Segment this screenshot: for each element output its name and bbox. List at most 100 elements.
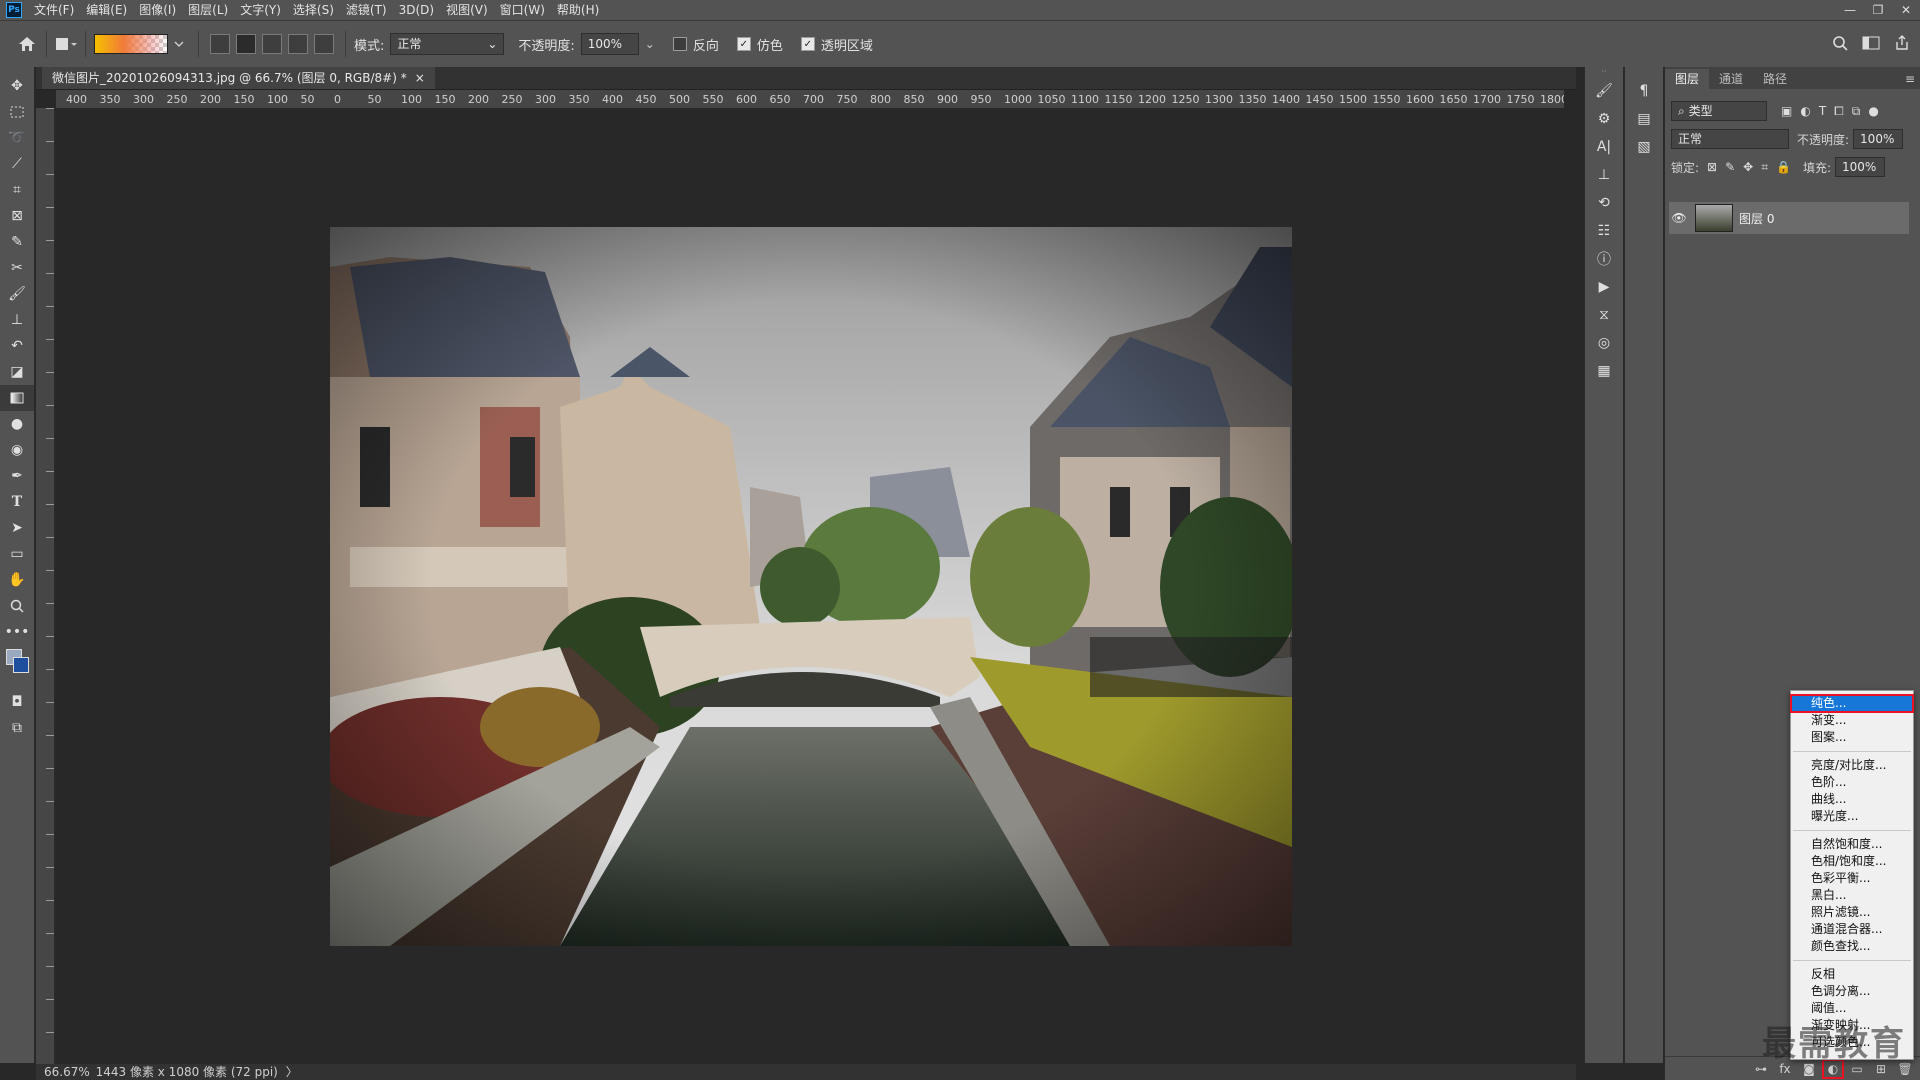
close-tab-icon[interactable]: × bbox=[415, 67, 425, 89]
adjustment-filter-icon[interactable]: ◐ bbox=[1800, 104, 1810, 119]
dither-checkbox[interactable]: ✓ bbox=[736, 37, 751, 51]
table-icon[interactable]: ▦ bbox=[1585, 357, 1623, 385]
quick-mask-icon[interactable]: ◘ bbox=[0, 689, 34, 715]
quick-select-tool-icon[interactable]: ⟋ bbox=[0, 151, 34, 177]
color-swatches[interactable] bbox=[0, 645, 34, 689]
eyedropper-tool-icon[interactable]: ✎ bbox=[0, 229, 34, 255]
tab-paths[interactable]: 路径 bbox=[1753, 69, 1797, 89]
mode-select[interactable]: 正常 ⌄ bbox=[390, 33, 505, 55]
search-icon[interactable] bbox=[1832, 35, 1848, 54]
home-icon[interactable] bbox=[16, 33, 38, 55]
eraser-tool-icon[interactable]: ◪ bbox=[0, 359, 34, 385]
menu-edit[interactable]: 编辑(E) bbox=[80, 0, 133, 20]
menu-item-vibrance[interactable]: 自然饱和度... bbox=[1791, 836, 1913, 853]
menu-image[interactable]: 图像(I) bbox=[133, 0, 182, 20]
lock-artboard-icon[interactable]: ⌗ bbox=[1761, 160, 1768, 175]
healing-tool-icon[interactable]: ✂ bbox=[0, 255, 34, 281]
menu-layer[interactable]: 图层(L) bbox=[182, 0, 234, 20]
menu-item-threshold[interactable]: 阈值... bbox=[1791, 1000, 1913, 1017]
tab-layers[interactable]: 图层 bbox=[1665, 69, 1710, 89]
dodge-tool-icon[interactable]: ◉ bbox=[0, 437, 34, 463]
blur-tool-icon[interactable]: ● bbox=[0, 411, 34, 437]
status-menu-arrow[interactable]: 〉 bbox=[286, 1065, 298, 1079]
layer-opacity-input[interactable]: 100% bbox=[1853, 129, 1904, 149]
menu-select[interactable]: 选择(S) bbox=[287, 0, 340, 20]
menu-item-channel-mixer[interactable]: 通道混合器... bbox=[1791, 921, 1913, 938]
panel-menu-icon[interactable]: ≡ bbox=[1899, 69, 1920, 89]
blend-mode-select[interactable]: 正常 bbox=[1671, 129, 1789, 149]
menu-item-hue-saturation[interactable]: 色相/饱和度... bbox=[1791, 853, 1913, 870]
paths-icon[interactable]: ⧖ bbox=[1585, 301, 1623, 329]
radial-gradient-button[interactable] bbox=[236, 34, 256, 54]
lock-transparent-icon[interactable]: ⊠ bbox=[1707, 160, 1717, 175]
brush-settings-icon[interactable]: 🖌 bbox=[1585, 77, 1623, 105]
layer-name[interactable]: 图层 0 bbox=[1739, 210, 1774, 227]
frame-tool-icon[interactable]: ⊠ bbox=[0, 203, 34, 229]
history-icon[interactable]: ⟲ bbox=[1585, 189, 1623, 217]
type-tool-icon[interactable]: T bbox=[0, 489, 34, 515]
lock-image-icon[interactable]: ✎ bbox=[1725, 160, 1735, 175]
menu-item-invert[interactable]: 反相 bbox=[1791, 966, 1913, 983]
brush-tool-icon[interactable]: 🖌 bbox=[0, 281, 34, 307]
reverse-checkbox[interactable] bbox=[672, 37, 687, 51]
menu-item-posterize[interactable]: 色调分离... bbox=[1791, 983, 1913, 1000]
document-tab[interactable]: 微信图片_20201026094313.jpg @ 66.7% (图层 0, R… bbox=[42, 67, 435, 89]
path-select-tool-icon[interactable]: ➤ bbox=[0, 515, 34, 541]
reflected-gradient-button[interactable] bbox=[288, 34, 308, 54]
diamond-gradient-button[interactable] bbox=[314, 34, 334, 54]
menu-help[interactable]: 帮助(H) bbox=[551, 0, 605, 20]
layer-row[interactable]: 👁 图层 0 bbox=[1669, 202, 1909, 234]
filter-toggle-icon[interactable]: ● bbox=[1868, 104, 1878, 119]
more-tools-icon[interactable]: ••• bbox=[0, 619, 34, 645]
menu-item-brightness-contrast[interactable]: 亮度/对比度... bbox=[1791, 757, 1913, 774]
type-filter-icon[interactable]: T bbox=[1819, 104, 1826, 119]
menu-item-levels[interactable]: 色阶... bbox=[1791, 774, 1913, 791]
menu-file[interactable]: 文件(F) bbox=[28, 0, 80, 20]
hand-tool-icon[interactable]: ✋ bbox=[0, 567, 34, 593]
close-window-button[interactable]: ✕ bbox=[1892, 0, 1920, 20]
zoom-tool-icon[interactable] bbox=[0, 593, 34, 619]
libraries-icon[interactable]: ☷ bbox=[1585, 217, 1623, 245]
angle-gradient-button[interactable] bbox=[262, 34, 282, 54]
move-tool-icon[interactable]: ✥ bbox=[0, 73, 34, 99]
linear-gradient-button[interactable] bbox=[210, 34, 230, 54]
tab-channels[interactable]: 通道 bbox=[1709, 69, 1753, 89]
menu-item-exposure[interactable]: 曝光度... bbox=[1791, 808, 1913, 825]
properties-icon[interactable]: ▤ bbox=[1625, 105, 1663, 133]
stamp-tool-icon[interactable]: ⊥ bbox=[0, 307, 34, 333]
chevron-down-icon[interactable]: ⌄ bbox=[645, 37, 655, 51]
notes-icon[interactable]: ▧ bbox=[1625, 133, 1663, 161]
three-d-icon[interactable]: ◎ bbox=[1585, 329, 1623, 357]
menu-item-gradient[interactable]: 渐变... bbox=[1791, 712, 1913, 729]
info-icon[interactable]: ⓘ bbox=[1585, 245, 1623, 273]
layer-filter-select[interactable]: ⌕ 类型 bbox=[1671, 101, 1767, 121]
menu-item-black-white[interactable]: 黑白... bbox=[1791, 887, 1913, 904]
rectangle-tool-icon[interactable]: ▭ bbox=[0, 541, 34, 567]
gradient-preview-swatch[interactable] bbox=[94, 34, 168, 54]
menu-3d[interactable]: 3D(D) bbox=[393, 0, 440, 20]
fill-input[interactable]: 100% bbox=[1835, 157, 1885, 177]
lasso-tool-icon[interactable]: ➰ bbox=[0, 125, 34, 151]
lock-position-icon[interactable]: ✥ bbox=[1743, 160, 1753, 175]
lock-all-icon[interactable]: 🔒 bbox=[1776, 160, 1791, 175]
gradient-tool-icon[interactable] bbox=[0, 385, 34, 411]
smart-object-filter-icon[interactable]: ⧉ bbox=[1852, 104, 1861, 119]
menu-window[interactable]: 窗口(W) bbox=[494, 0, 551, 20]
clone-source-icon[interactable]: ⊥ bbox=[1585, 161, 1623, 189]
background-color-swatch[interactable] bbox=[13, 657, 29, 673]
menu-type[interactable]: 文字(Y) bbox=[234, 0, 287, 20]
visibility-eye-icon[interactable]: 👁 bbox=[1669, 211, 1689, 225]
crop-tool-icon[interactable]: ⌗ bbox=[0, 177, 34, 203]
opacity-input[interactable]: 100% bbox=[580, 33, 639, 55]
menu-item-pattern[interactable]: 图案... bbox=[1791, 729, 1913, 746]
chevron-down-icon[interactable] bbox=[168, 33, 190, 55]
menu-item-photo-filter[interactable]: 照片滤镜... bbox=[1791, 904, 1913, 921]
adjustments-icon[interactable]: ⚙ bbox=[1585, 105, 1623, 133]
tool-preset-icon[interactable] bbox=[55, 33, 77, 55]
share-icon[interactable] bbox=[1894, 34, 1910, 54]
document-image[interactable] bbox=[330, 227, 1292, 946]
pen-tool-icon[interactable]: ✒ bbox=[0, 463, 34, 489]
workspace-icon[interactable] bbox=[1862, 36, 1880, 53]
menu-item-curves[interactable]: 曲线... bbox=[1791, 791, 1913, 808]
menu-item-color-balance[interactable]: 色彩平衡... bbox=[1791, 870, 1913, 887]
